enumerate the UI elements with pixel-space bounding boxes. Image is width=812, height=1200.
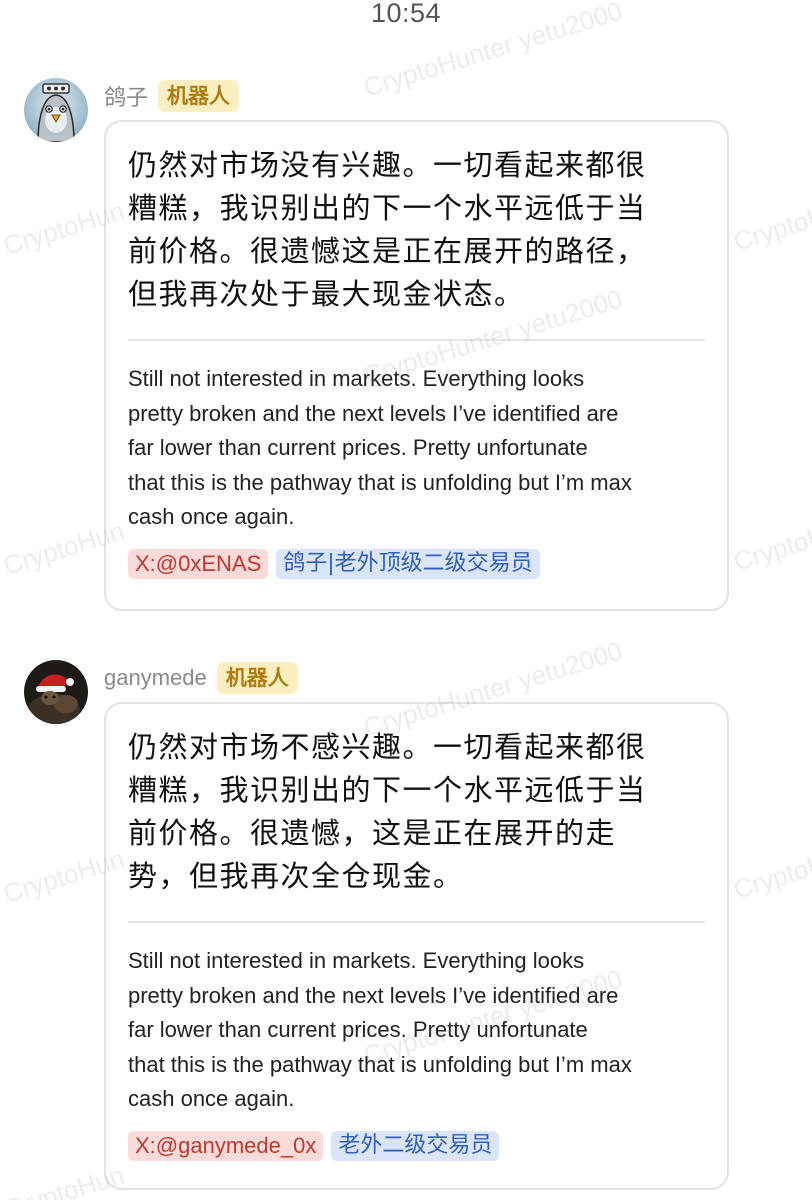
watermark-text: CryptoHun (730, 511, 812, 577)
divider (128, 339, 705, 341)
text-line: pretty broken and the next levels I’ve i… (128, 400, 619, 426)
bot-badge: 机器人 (158, 80, 240, 112)
text-line: pretty broken and the next levels I’ve i… (128, 982, 619, 1008)
text-line: Still not interested in markets. Everyth… (128, 948, 585, 973)
x-handle-tag[interactable]: X:@0xENAS (128, 548, 269, 579)
message-bubble: 仍然对市场没有兴趣。一切看起来都很 糟糕，我识别出的下一个水平远低于当 前价格。… (104, 120, 729, 611)
watermark-text: CryptoHun (730, 839, 812, 905)
message-bubble: 仍然对市场不感兴趣。一切看起来都很 糟糕，我识别出的下一个水平远低于当 前价格。… (104, 702, 729, 1190)
sender-name[interactable]: ganymede (104, 665, 207, 691)
english-text: Still not interested in markets. Everyth… (128, 944, 705, 1117)
bot-badge: 机器人 (216, 662, 298, 694)
text-line: 前价格。很遗憾，这是正在展开的走 (128, 816, 617, 850)
text-line: 糟糕，我识别出的下一个水平远低于当 (128, 191, 647, 225)
text-line: 势，但我再次全仓现金。 (128, 859, 464, 893)
text-line: 仍然对市场没有兴趣。一切看起来都很 (128, 148, 647, 182)
chat-screen: 10:54 鸽子 机器人 仍然对市场没有兴趣。一切看起来都很 糟糕，我识别出的下… (0, 0, 812, 1200)
text-line: 仍然对市场不感兴趣。一切看起来都很 (128, 730, 647, 764)
chinese-text: 仍然对市场没有兴趣。一切看起来都很 糟糕，我识别出的下一个水平远低于当 前价格。… (128, 144, 705, 316)
text-line: that this is the pathway that is unfoldi… (128, 1051, 632, 1077)
sender-header: 鸽子 机器人 (104, 80, 240, 112)
role-tag[interactable]: 鸽子|老外顶级二级交易员 (276, 548, 540, 579)
tag-row: X:@ganymede_0x 老外二级交易员 (128, 1130, 705, 1161)
tag-row: X:@0xENAS 鸽子|老外顶级二级交易员 (128, 548, 705, 579)
chinese-text: 仍然对市场不感兴趣。一切看起来都很 糟糕，我识别出的下一个水平远低于当 前价格。… (128, 726, 705, 898)
x-handle-tag[interactable]: X:@ganymede_0x (128, 1130, 324, 1161)
santa-hat-avatar[interactable] (24, 660, 88, 724)
text-line: 但我再次处于最大现金状态。 (128, 277, 525, 311)
pigeon-avatar[interactable] (24, 78, 88, 142)
sender-header: ganymede 机器人 (104, 662, 298, 694)
text-line: that this is the pathway that is unfoldi… (128, 469, 632, 495)
text-line: cash once again. (128, 1086, 295, 1111)
text-line: far lower than current prices. Pretty un… (128, 435, 588, 460)
english-text: Still not interested in markets. Everyth… (128, 362, 705, 535)
role-tag[interactable]: 老外二级交易员 (331, 1130, 500, 1161)
text-line: 前价格。很遗憾这是正在展开的路径， (128, 234, 647, 268)
text-line: 糟糕，我识别出的下一个水平远低于当 (128, 773, 647, 807)
text-line: far lower than current prices. Pretty un… (128, 1017, 588, 1042)
status-bar-time: 10:54 (370, 0, 442, 28)
text-line: Still not interested in markets. Everyth… (128, 366, 585, 391)
text-line: cash once again. (128, 504, 295, 529)
divider (128, 921, 705, 923)
sender-name[interactable]: 鸽子 (104, 80, 148, 112)
watermark-text: CryptoHun (730, 191, 812, 257)
